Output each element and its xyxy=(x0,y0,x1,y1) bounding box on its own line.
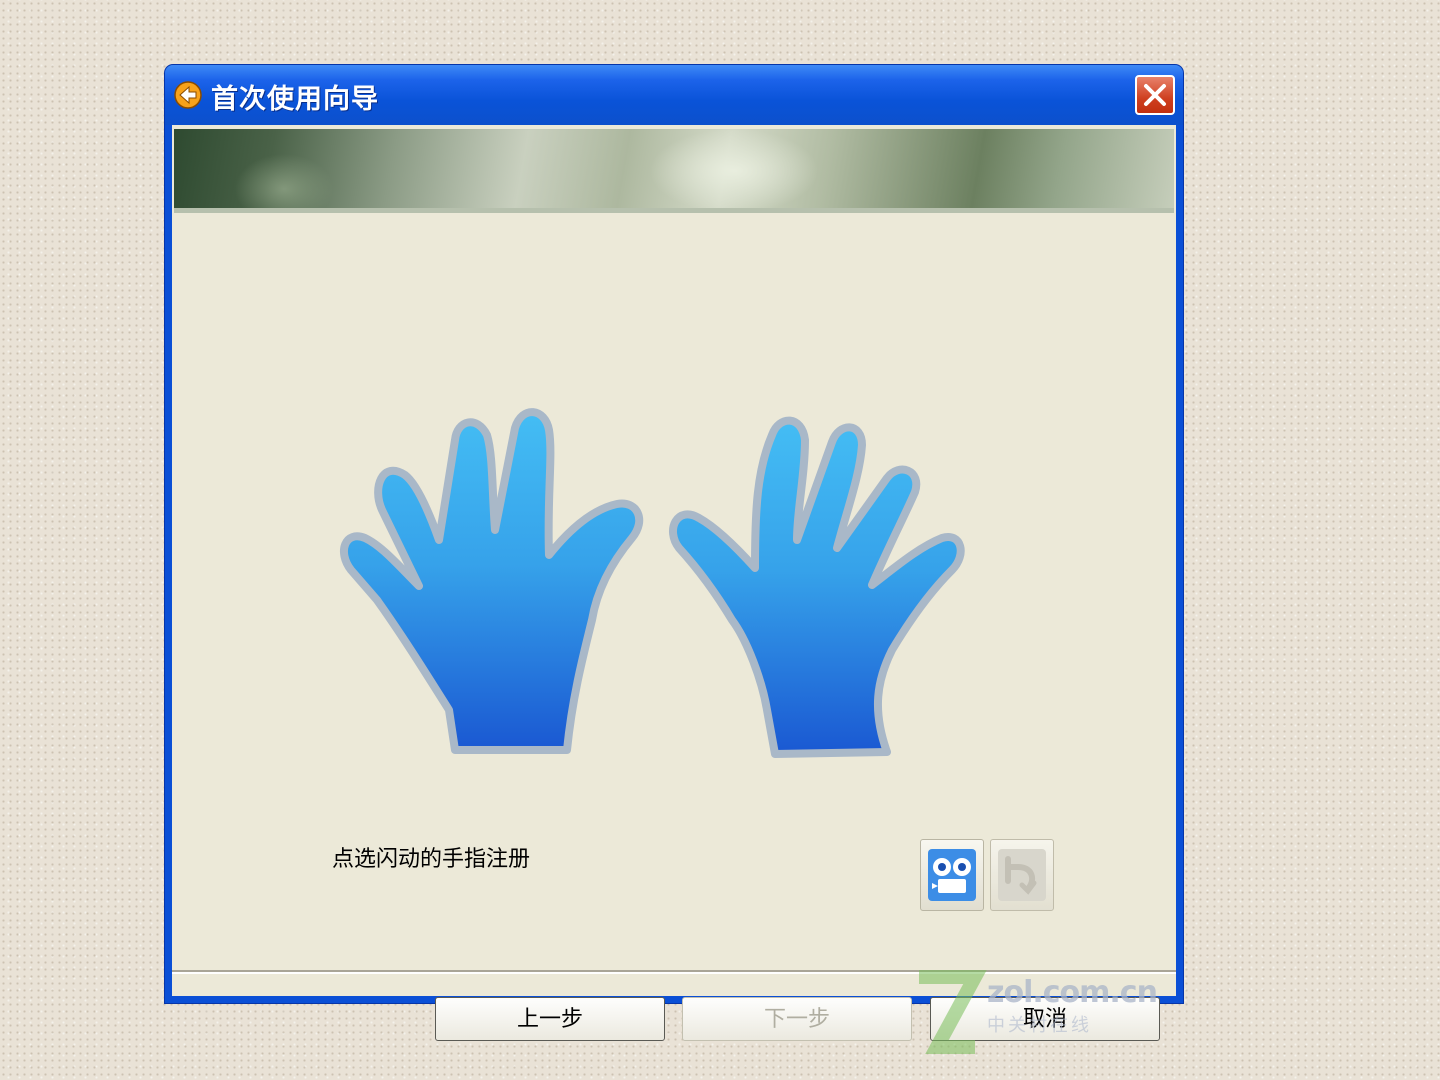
wizard-client-area: 点选闪动的手指注册 上一步 下一步 取消 zol.com.cn 中关村在线 xyxy=(172,125,1176,1054)
zol-logo-icon xyxy=(919,970,987,1054)
window-title: 首次使用向导 xyxy=(211,84,379,115)
next-button[interactable]: 下一步 xyxy=(682,997,912,1041)
left-hand[interactable] xyxy=(339,408,644,754)
header-banner xyxy=(174,129,1174,213)
undo-button[interactable] xyxy=(990,839,1054,911)
webcam-button[interactable] xyxy=(920,839,984,911)
webcam-icon xyxy=(928,849,976,901)
app-icon xyxy=(174,81,202,109)
watermark-subtext: 中关村在线 xyxy=(987,1015,1092,1036)
footer-separator xyxy=(172,970,1176,974)
wizard-window: 首次使用向导 点选闪动的手指注册 上一步 下一步 取消 zol.com.cn 中… xyxy=(165,65,1183,1054)
close-icon xyxy=(1144,84,1166,106)
right-hand[interactable] xyxy=(669,416,965,758)
instruction-text: 点选闪动的手指注册 xyxy=(332,847,531,872)
watermark-text: zol.com.cn xyxy=(987,975,1158,1010)
title-bar[interactable]: 首次使用向导 xyxy=(165,65,1183,125)
close-button[interactable] xyxy=(1135,75,1175,115)
undo-icon xyxy=(998,849,1046,901)
back-button[interactable]: 上一步 xyxy=(435,997,665,1041)
hands-illustration xyxy=(339,408,965,758)
